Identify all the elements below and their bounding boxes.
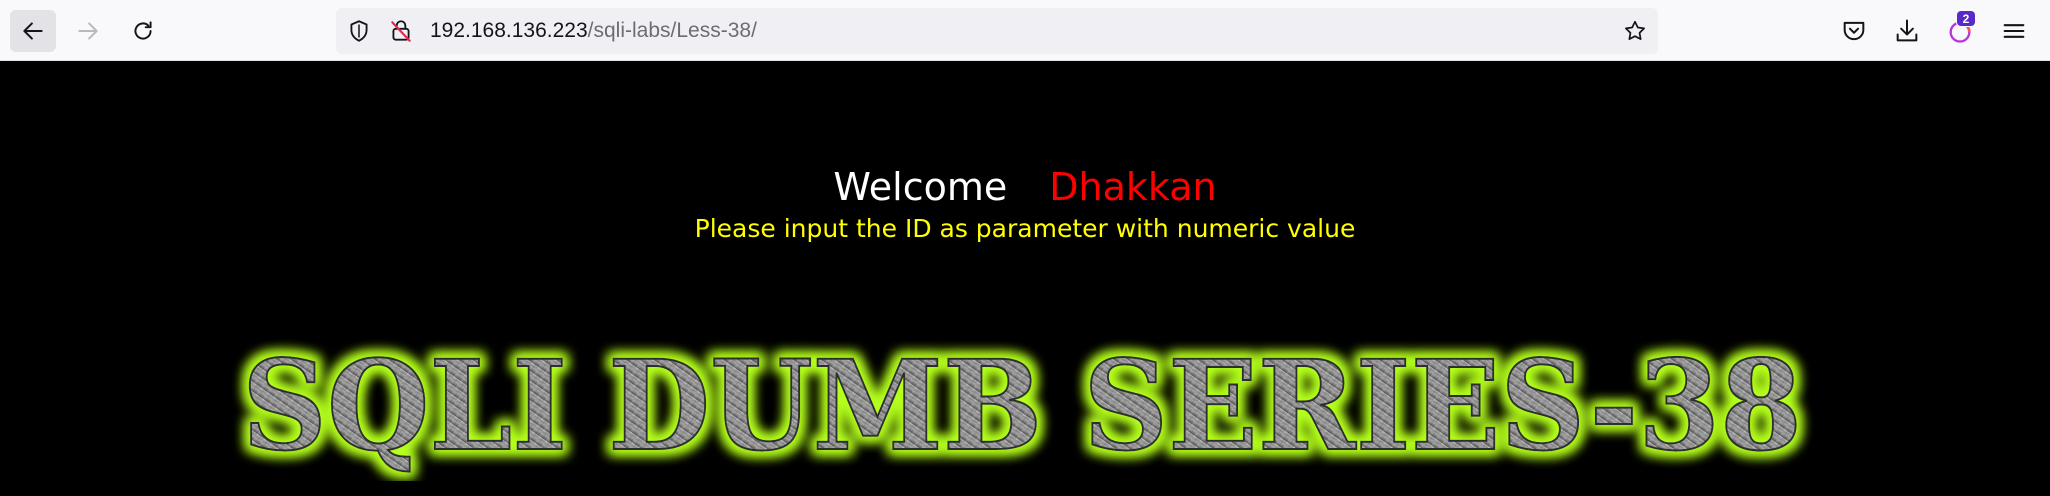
url-bar[interactable]: 192.168.136.223/sqli-labs/Less-38/ — [336, 8, 1658, 54]
page-content: Welcome Dhakkan Please input the ID as pa… — [0, 61, 2050, 496]
reload-button[interactable] — [120, 10, 166, 52]
series-banner-image: SQLI DUMB SERIES-38 — [241, 333, 1803, 480]
forward-arrow-icon — [78, 22, 98, 40]
welcome-heading: Welcome Dhakkan — [0, 165, 2050, 209]
back-button[interactable] — [10, 10, 56, 52]
download-icon[interactable] — [1893, 17, 1921, 45]
insecure-lock-icon[interactable] — [388, 18, 414, 44]
welcome-text: Welcome — [833, 165, 1008, 209]
url-host: 192.168.136.223 — [430, 19, 588, 42]
reload-icon — [134, 21, 152, 40]
url-text[interactable]: 192.168.136.223/sqli-labs/Less-38/ — [430, 8, 757, 54]
url-path: /sqli-labs/Less-38/ — [587, 19, 757, 42]
hamburger-menu-icon[interactable] — [2000, 17, 2028, 45]
notification-badge: 2 — [1956, 10, 1976, 27]
instruction-text: Please input the ID as parameter with nu… — [694, 214, 1356, 243]
user-name-text: Dhakkan — [1049, 165, 1217, 209]
banner-title: SQLI DUMB SERIES-38 — [242, 334, 1802, 479]
shield-icon[interactable] — [346, 18, 372, 44]
pocket-icon[interactable] — [1840, 17, 1868, 45]
back-arrow-icon — [23, 22, 43, 40]
star-icon[interactable] — [1622, 18, 1648, 44]
browser-toolbar: 192.168.136.223/sqli-labs/Less-38/ 2 — [0, 0, 2050, 61]
forward-button[interactable] — [65, 10, 111, 52]
